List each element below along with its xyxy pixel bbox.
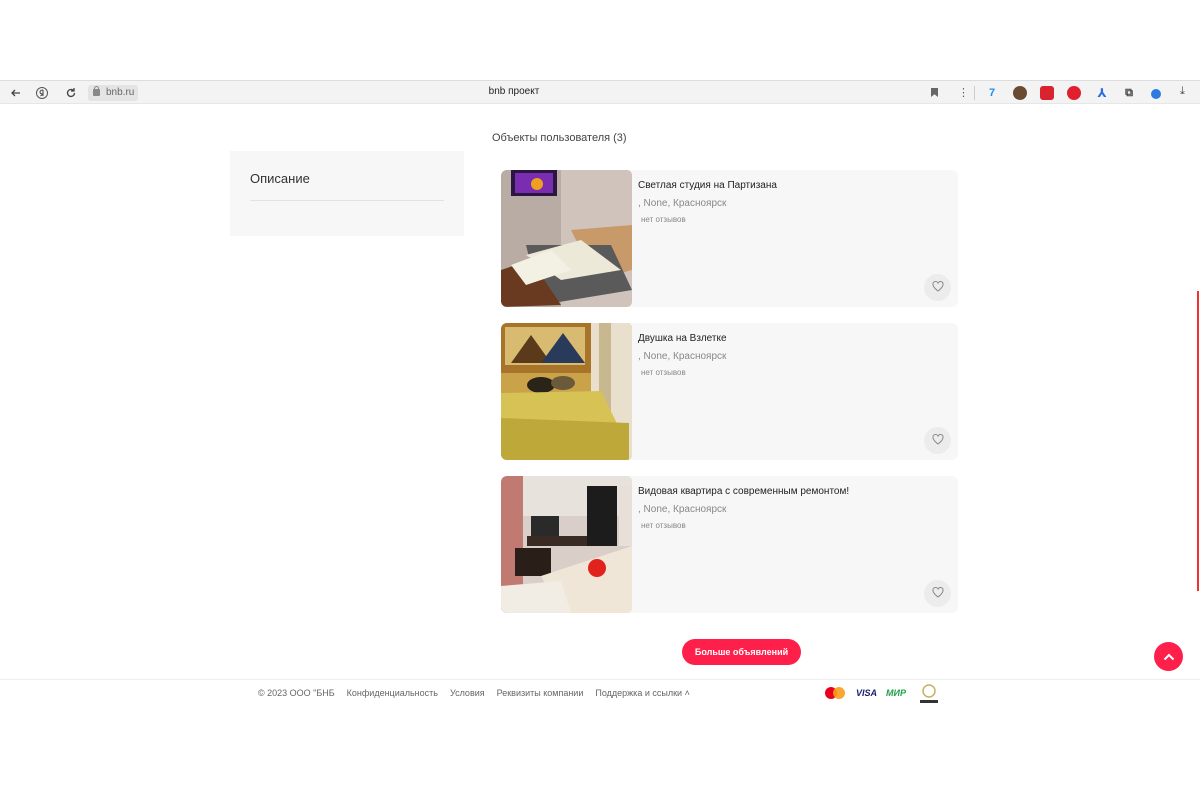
favorite-button[interactable] xyxy=(924,580,951,607)
chevron-up-icon: ˄ xyxy=(684,688,690,698)
listings-heading: Объекты пользователя (3) xyxy=(492,132,627,144)
favorite-button[interactable] xyxy=(924,274,951,301)
listing-photo[interactable] xyxy=(501,476,632,613)
listing-title[interactable]: Светлая студия на Партизана xyxy=(638,180,777,191)
extension-brown-icon[interactable] xyxy=(1013,86,1027,100)
heart-icon xyxy=(931,585,944,603)
favorite-button[interactable] xyxy=(924,427,951,454)
heart-icon xyxy=(931,432,944,450)
chevron-up-icon xyxy=(1163,648,1175,666)
extension-blue-icon[interactable]: ⅄ xyxy=(1095,86,1109,100)
listing-photo[interactable] xyxy=(501,170,632,307)
listing-reviews: нет отзывов xyxy=(641,215,686,224)
download-icon[interactable]: ⤓ xyxy=(1180,85,1185,98)
listing-reviews: нет отзывов xyxy=(641,521,686,530)
listing-title[interactable]: Двушка на Взлетке xyxy=(638,333,727,344)
scroll-to-top-button[interactable] xyxy=(1154,642,1183,671)
listing-location: , None, Красноярск xyxy=(638,198,727,209)
listing-title[interactable]: Видовая квартира с современным ремонтом! xyxy=(638,486,849,497)
extension-adblock-icon[interactable] xyxy=(1067,86,1081,100)
listing-location: , None, Красноярск xyxy=(638,504,727,515)
browser-toolbar: bnb.ru bnb проект ⋮ 7 ⅄ ⧉ ⤓ xyxy=(0,80,1200,104)
mastercard-logo xyxy=(824,686,846,700)
mir-logo: МИР xyxy=(886,688,906,698)
footer-link-privacy[interactable]: Конфиденциальность xyxy=(347,688,438,698)
description-card: Описание xyxy=(230,151,464,236)
footer-divider xyxy=(0,679,1200,680)
listing-card[interactable]: Светлая студия на Партизана , None, Крас… xyxy=(501,170,958,307)
menu-icon[interactable]: ⋮ xyxy=(958,86,969,99)
listing-card[interactable]: Видовая квартира с современным ремонтом!… xyxy=(501,476,958,613)
divider xyxy=(250,200,444,201)
extension-translate-icon[interactable]: 7 xyxy=(985,86,999,100)
extension-profile-icon[interactable] xyxy=(1151,89,1161,99)
extension-puzzle-icon[interactable]: ⧉ xyxy=(1122,86,1136,100)
listing-photo[interactable] xyxy=(501,323,632,460)
footer-link-requisites[interactable]: Реквизиты компании xyxy=(497,688,584,698)
description-title: Описание xyxy=(250,171,310,186)
more-listings-button[interactable]: Больше объявлений xyxy=(682,639,801,665)
page-title: bnb проект xyxy=(488,86,540,97)
toolbar-divider xyxy=(974,86,975,100)
extension-red-icon[interactable] xyxy=(1040,86,1054,100)
footer-link-terms[interactable]: Условия xyxy=(450,688,485,698)
listing-reviews: нет отзывов xyxy=(641,368,686,377)
scrollbar[interactable] xyxy=(1197,291,1199,591)
tinkoff-logo xyxy=(918,683,940,705)
footer-copyright: © 2023 ООО "БНБ xyxy=(258,688,335,698)
listing-card[interactable]: Двушка на Взлетке , None, Красноярск нет… xyxy=(501,323,958,460)
footer-links: © 2023 ООО "БНБ Конфиденциальность Услов… xyxy=(258,688,690,698)
footer-link-support[interactable]: Поддержка и ссылки ˄ xyxy=(595,688,689,698)
listing-location: , None, Красноярск xyxy=(638,351,727,362)
heart-icon xyxy=(931,279,944,297)
visa-logo: VISA xyxy=(856,688,878,698)
